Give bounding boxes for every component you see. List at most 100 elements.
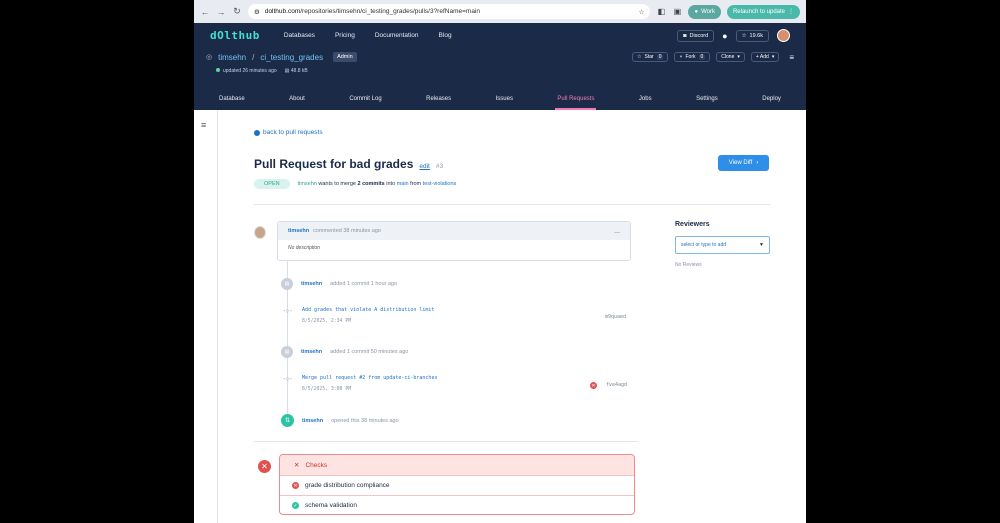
repo-meta: updated 26 minutes ago ▤ 48.8 kB [194,66,806,76]
merge-text: from [410,181,422,187]
checks-header[interactable]: ✕ Checks [280,455,634,475]
pr-title-text: Pull Request for bad grades [254,157,414,171]
back-link-label: back to pull requests [263,129,323,136]
dolthub-logo[interactable]: dOlthub [210,29,260,42]
back-circle-icon [254,129,260,136]
repo-name-link[interactable]: ci_testing_grades [260,53,323,62]
kebab-menu-icon: ⋮ [788,9,794,15]
merge-text: wants to merge [318,181,356,187]
tab-settings[interactable]: Settings [696,88,718,110]
commit-message-link[interactable]: Add grades that violate A distribution l… [302,307,434,313]
event-text: added 1 commit 50 minutes ago [330,349,409,355]
star-button[interactable]: ☆ Star 0 [632,52,669,62]
tab-deploy[interactable]: Deploy [762,88,781,110]
sidepanel-icon[interactable]: ▣ [672,7,682,17]
admin-badge: Admin [333,52,357,62]
checks-title: Checks [305,461,328,469]
discord-icon: ◙ [683,32,687,39]
tab-jobs[interactable]: Jobs [639,88,652,110]
repo-separator: / [252,52,255,62]
relaunch-button[interactable]: Relaunch to update ⋮ [726,4,800,19]
commit-date: 8/5/2025, 2:34 PM [302,319,352,324]
repo-owner-link[interactable]: timsehn [218,53,246,62]
chevron-down-icon: ▾ [737,54,740,60]
event-author-link[interactable]: timsehn [302,418,323,424]
nav-documentation[interactable]: Documentation [375,32,419,39]
fork-label: Fork [685,54,696,60]
source-branch-link[interactable]: test-violations [423,181,457,187]
comment-menu-button[interactable]: ... [614,228,620,235]
event-author-link[interactable]: timsehn [301,281,322,287]
back-arrow-icon[interactable]: ← [200,7,210,17]
tab-commit-log[interactable]: Commit Log [349,88,381,110]
fork-icon: ⑂ [679,54,683,60]
github-icon[interactable]: ● [722,31,727,41]
add-button[interactable]: + Add ▾ [750,52,780,62]
event-text: added 1 commit 1 hour ago [330,281,398,287]
url-path: /repositories/timsehn/ci_testing_grades/… [300,8,480,15]
github-stars-count: 19.6k [749,32,763,39]
nav-pricing[interactable]: Pricing [335,32,355,39]
comment-author-link[interactable]: timsehn [288,228,309,234]
merge-text: into [386,181,396,187]
status-dot-icon [216,68,220,72]
commit-node-icon: -○- [283,308,292,315]
pr-author-link[interactable]: timsehn [298,181,317,187]
view-diff-button[interactable]: View Diff › [718,155,769,171]
address-bar[interactable]: ⚙ dolthub.com/repositories/timsehn/ci_te… [248,4,651,19]
profile-chip[interactable]: ● Work [688,4,721,19]
star-icon: ☆ [741,32,747,39]
nav-databases[interactable]: Databases [284,32,315,39]
check-failed-icon: ✕ [292,482,299,489]
discord-button[interactable]: ◙ Discord [677,29,715,42]
forward-arrow-icon[interactable]: → [216,7,226,17]
checks-panel: ✕ Checks ✕ grade distribution compliance… [279,454,635,515]
avatar[interactable] [254,226,266,239]
fork-button[interactable]: ⑂ Fork 0 [674,52,711,62]
tab-pull-requests[interactable]: Pull Requests [555,88,597,110]
commit-push-icon: ▤ [281,278,293,290]
clone-button[interactable]: Clone ▾ [716,52,745,62]
repo-title-row: ◎ timsehn / ci_testing_grades Admin ☆ St… [194,48,806,66]
check-item[interactable]: ✓ schema validation [280,495,634,514]
extensions-icon[interactable]: ◧ [656,7,666,17]
tab-issues[interactable]: Issues [496,88,513,110]
event-author-link[interactable]: timsehn [301,349,322,355]
left-sidebar: ≡ [194,110,218,523]
commit-hash-link[interactable]: fve4agd [606,382,627,388]
nav-blog[interactable]: Blog [439,32,452,39]
profile-avatar-icon: ● [694,8,699,15]
tab-about[interactable]: About [289,88,305,110]
reload-icon[interactable]: ↻ [232,6,242,17]
user-avatar[interactable] [777,29,790,42]
browser-toolbar: ← → ↻ ⚙ dolthub.com/repositories/timsehn… [194,0,806,23]
tab-database[interactable]: Database [219,88,245,110]
caret-down-icon: ▼ [759,242,764,248]
commit-hash-link[interactable]: m9quaed [605,314,626,320]
site-info-icon[interactable]: ⚙ [254,8,260,16]
sidebar-toggle-icon[interactable]: ≡ [201,120,206,130]
hamburger-menu-icon[interactable]: ≡ [789,53,794,62]
edit-title-link[interactable]: edit [419,163,429,170]
commit-message-link[interactable]: Merge pull request #2 from update-ci-bra… [302,375,437,381]
add-label: + Add [755,54,769,60]
back-to-pull-requests-link[interactable]: back to pull requests [254,129,323,136]
check-failed-icon[interactable]: ✕ [590,382,597,389]
divider [254,441,638,442]
reviewers-select[interactable]: select or type to add ▼ [675,236,770,254]
commit-node-icon: -○- [283,376,292,383]
chevron-right-icon: › [756,160,759,166]
status-badge: OPEN [254,179,290,189]
reviewers-placeholder: select or type to add [681,242,727,248]
view-diff-label: View Diff [728,160,753,166]
pr-status-row: OPEN timsehn wants to merge 2 commits in… [254,179,456,189]
target-branch-link[interactable]: main [397,181,409,187]
commit-date: 8/5/2025, 3:08 PM [302,387,352,392]
bookmark-star-icon[interactable]: ☆ [639,8,645,16]
github-stars-button[interactable]: ☆ 19.6k [735,29,769,42]
check-item[interactable]: ✕ grade distribution compliance [280,475,634,495]
star-count: 0 [656,54,664,60]
pr-number: #3 [435,163,444,170]
tab-releases[interactable]: Releases [426,88,451,110]
timeline-event: ⇅ timsehn opened this 38 minutes ago [281,414,399,427]
